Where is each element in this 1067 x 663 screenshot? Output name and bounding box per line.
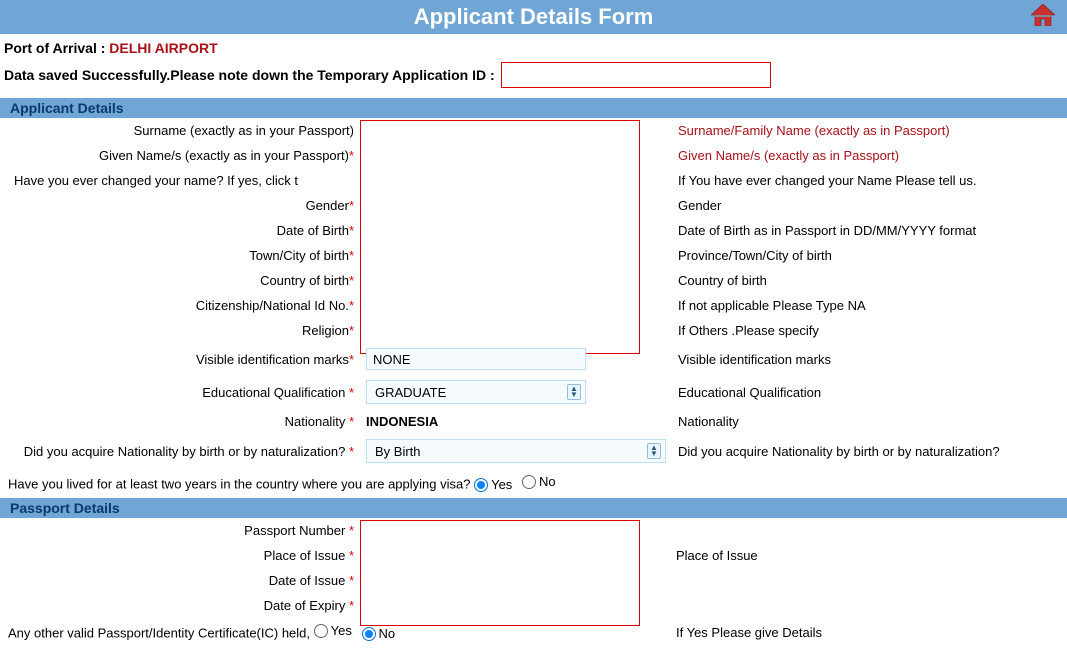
dob-label: Date of Birth [277,223,349,238]
cob-label: Country of birth [260,273,349,288]
religion-label: Religion [302,323,349,338]
citizen-help: If not applicable Please Type NA [678,298,866,313]
acq-label: Did you acquire Nationality by birth or … [24,444,349,459]
radio-selected-icon [474,478,488,492]
select-arrows-icon: ▲▼ [567,384,581,400]
other-pp-help: If Yes Please give Details [676,625,822,640]
redacted-block-passport [360,520,640,626]
town-help: Province/Town/City of birth [678,248,832,263]
changed-name-label: Have you ever changed your name? If yes,… [14,173,298,188]
other-pp-yes-radio[interactable]: Yes [314,623,352,638]
passport-number-label: Passport Number [244,523,349,538]
place-issue-label: Place of Issue [264,548,349,563]
page-title: Applicant Details Form [414,4,654,29]
nationality-label: Nationality [285,414,349,429]
saved-message: Data saved Successfully.Please note down… [0,58,1067,98]
date-expiry-label: Date of Expiry [264,598,349,613]
redacted-block-applicant [360,120,640,354]
lived-yes-radio[interactable]: Yes [474,477,512,492]
given-name-label: Given Name/s (exactly as in your Passpor… [99,148,349,163]
dob-help: Date of Birth as in Passport in DD/MM/YY… [678,223,976,238]
radio-selected-icon [362,627,376,641]
edu-label: Educational Qualification [202,385,349,400]
citizen-label: Citizenship/National Id No. [196,298,349,313]
section-applicant-details: Applicant Details [0,98,1067,118]
nationality-help: Nationality [678,414,739,429]
radio-unselected-icon [314,624,328,638]
other-passport-label: Any other valid Passport/Identity Certif… [8,626,310,641]
given-name-help: Given Name/s (exactly as in Passport) [678,148,899,163]
place-issue-help: Place of Issue [676,548,758,563]
radio-unselected-icon [522,475,536,489]
acq-help: Did you acquire Nationality by birth or … [678,444,1000,459]
lived-no-radio[interactable]: No [522,474,556,489]
religion-help: If Others .Please specify [678,323,819,338]
town-label: Town/City of birth [249,248,349,263]
temp-app-id-box [501,62,771,88]
surname-label: Surname (exactly as in your Passport) [134,123,354,138]
cob-help: Country of birth [678,273,767,288]
surname-help: Surname/Family Name (exactly as in Passp… [678,123,950,138]
nationality-value: INDONESIA [366,414,438,429]
date-issue-label: Date of Issue [269,573,349,588]
acq-select[interactable]: By Birth ▲▼ [366,439,666,463]
select-arrows-icon: ▲▼ [647,443,661,459]
gender-help: Gender [678,198,721,213]
changed-name-help: If You have ever changed your Name Pleas… [678,173,976,188]
marks-help: Visible identification marks [678,352,831,367]
port-of-arrival: Port of Arrival : DELHI AIRPORT [0,34,1067,58]
other-pp-no-radio[interactable]: No [362,626,396,641]
gender-label: Gender [306,198,349,213]
section-passport-details: Passport Details [0,498,1067,518]
marks-label: Visible identification marks [196,352,349,367]
marks-input[interactable] [366,348,586,370]
edu-help: Educational Qualification [678,385,821,400]
home-icon[interactable] [1031,4,1055,26]
lived-two-years-row: Have you lived for at least two years in… [0,468,1067,498]
edu-select[interactable]: GRADUATE ▲▼ [366,380,586,404]
